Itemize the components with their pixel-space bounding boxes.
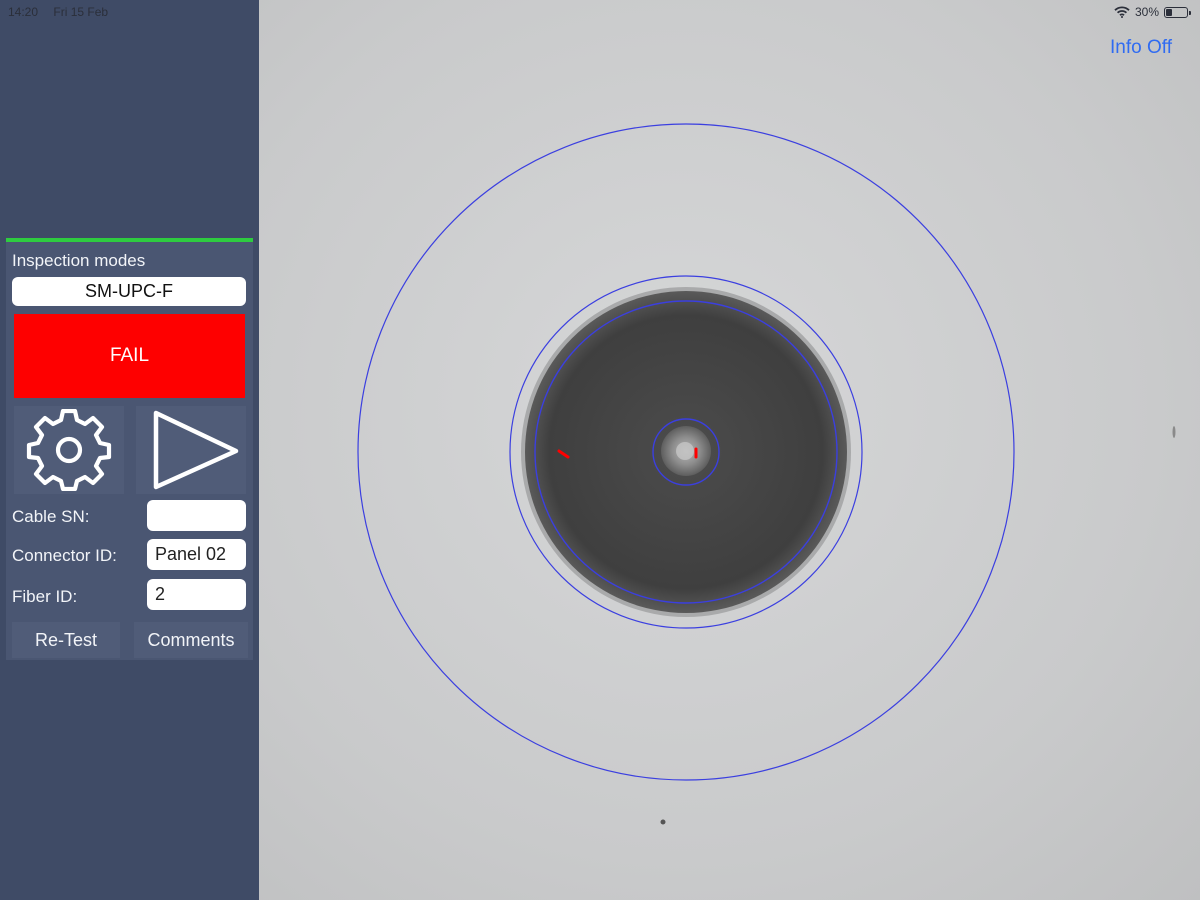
status-time: 14:20	[8, 5, 39, 19]
debris-speck	[1172, 426, 1176, 438]
fiber-endface-image	[357, 123, 1176, 825]
fiber-id-label: Fiber ID:	[12, 587, 78, 606]
debris-speck	[660, 819, 666, 825]
gear-icon	[26, 409, 112, 491]
battery-percent: 30%	[1134, 5, 1159, 19]
cable-sn-label: Cable SN:	[12, 507, 90, 526]
retest-button[interactable]: Re-Test	[12, 622, 120, 658]
inspection-panel: Inspection modes SM-UPC-F FAIL Cable SN:…	[6, 238, 253, 660]
connector-id-input[interactable]: Panel 02	[147, 539, 246, 570]
start-inspection-button[interactable]	[136, 406, 246, 494]
inspection-mode-selector[interactable]: SM-UPC-F	[12, 277, 246, 306]
play-icon	[153, 410, 239, 490]
battery-fill	[1166, 8, 1172, 16]
status-bar: 14:20 Fri 15 Feb 30%	[0, 0, 1200, 24]
status-date: Fri 15 Feb	[53, 5, 109, 19]
fiber-image-viewer[interactable]: Info Off	[259, 0, 1200, 900]
result-status-badge: FAIL	[14, 314, 245, 398]
battery-icon	[1164, 6, 1191, 18]
status-datetime: 14:20 Fri 15 Feb	[8, 5, 120, 19]
status-indicators: 30%	[1114, 5, 1191, 19]
cable-sn-input[interactable]	[147, 500, 246, 531]
inspection-modes-title: Inspection modes	[12, 251, 146, 270]
sidebar: Inspection modes SM-UPC-F FAIL Cable SN:…	[0, 0, 259, 900]
connector-id-label: Connector ID:	[12, 546, 117, 565]
info-toggle-button[interactable]: Info Off	[1110, 37, 1172, 59]
wifi-icon	[1114, 6, 1130, 18]
fiber-id-input[interactable]: 2	[147, 579, 246, 610]
fiber-core-center	[676, 442, 694, 460]
comments-button[interactable]: Comments	[134, 622, 248, 658]
settings-button[interactable]	[14, 406, 124, 494]
